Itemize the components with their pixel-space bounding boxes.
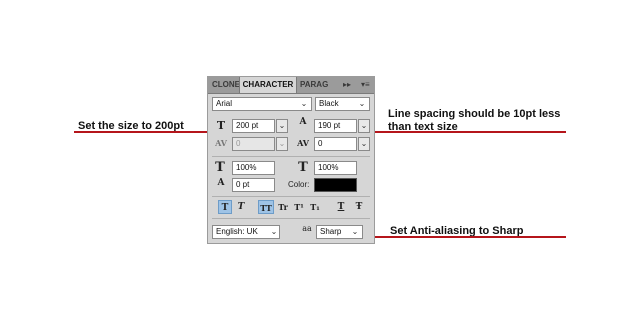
kerning-icon: AV bbox=[215, 138, 227, 148]
faux-bold-button[interactable]: T bbox=[218, 200, 232, 214]
kerning-value: 0 bbox=[236, 139, 241, 148]
divider bbox=[212, 218, 370, 219]
baseline-shift-value: 0 pt bbox=[236, 180, 250, 189]
tracking-dropdown[interactable]: ⌄ bbox=[358, 137, 370, 151]
chevron-down-icon[interactable]: ⌄ bbox=[349, 226, 361, 238]
small-caps-button[interactable]: Tr bbox=[276, 200, 290, 214]
baseline-shift-icon: A bbox=[217, 178, 225, 188]
leading-value: 190 pt bbox=[318, 121, 341, 130]
subscript-button[interactable]: T₁ bbox=[308, 200, 322, 214]
font-size-dropdown[interactable]: ⌄ bbox=[276, 119, 288, 133]
anti-aliasing-icon: aa bbox=[302, 224, 312, 233]
panel-collapse-icon[interactable]: ▸▸ bbox=[343, 77, 351, 93]
character-panel: CLONE CHARACTER PARAG ▸▸ ▾≡ Arial ⌄ Blac… bbox=[207, 76, 375, 244]
font-size-icon: T bbox=[216, 119, 226, 132]
chevron-down-icon[interactable]: ⌄ bbox=[268, 226, 280, 238]
tracking-icon: AV bbox=[297, 138, 309, 148]
vertical-scale-value: 100% bbox=[236, 163, 257, 172]
underline-button[interactable]: T bbox=[334, 200, 348, 214]
horizontal-scale-input[interactable]: 100% bbox=[314, 161, 357, 175]
vertical-scale-icon: T bbox=[215, 160, 225, 175]
chevron-down-icon[interactable]: ⌄ bbox=[356, 98, 368, 110]
faux-italic-button[interactable]: T bbox=[234, 200, 248, 214]
chevron-down-icon[interactable]: ⌄ bbox=[298, 98, 310, 110]
tab-paragraph[interactable]: PARAG bbox=[300, 77, 328, 93]
all-caps-button[interactable]: TT bbox=[258, 200, 274, 214]
vertical-scale-input[interactable]: 100% bbox=[232, 161, 275, 175]
anti-aliasing-value: Sharp bbox=[320, 227, 342, 236]
font-size-value: 200 pt bbox=[236, 121, 259, 130]
kerning-dropdown[interactable]: ⌄ bbox=[276, 137, 288, 151]
horizontal-scale-value: 100% bbox=[318, 163, 339, 172]
font-style-value: Black bbox=[319, 99, 339, 108]
tab-clone[interactable]: CLONE bbox=[212, 77, 240, 93]
leading-input[interactable]: 190 pt bbox=[314, 119, 357, 133]
superscript-button[interactable]: T¹ bbox=[292, 200, 306, 214]
horizontal-scale-icon: T bbox=[298, 160, 308, 175]
panel-tab-bar: CLONE CHARACTER PARAG ▸▸ ▾≡ bbox=[208, 77, 374, 94]
kerning-input[interactable]: 0 bbox=[232, 137, 275, 151]
divider bbox=[212, 196, 370, 197]
font-family-select[interactable]: Arial bbox=[212, 97, 312, 111]
leading-dropdown[interactable]: ⌄ bbox=[358, 119, 370, 133]
font-family-value: Arial bbox=[216, 99, 233, 108]
baseline-shift-input[interactable]: 0 pt bbox=[232, 178, 275, 192]
leading-icon: A bbox=[299, 117, 307, 127]
text-color-swatch[interactable] bbox=[314, 178, 357, 192]
tracking-value: 0 bbox=[318, 139, 323, 148]
font-size-input[interactable]: 200 pt bbox=[232, 119, 275, 133]
language-value: English: UK bbox=[216, 227, 258, 236]
strikethrough-button[interactable]: Ŧ bbox=[352, 200, 366, 214]
tracking-input[interactable]: 0 bbox=[314, 137, 357, 151]
annotation-leading-line1: Line spacing should be 10pt less bbox=[388, 108, 561, 120]
color-label: Color: bbox=[288, 180, 310, 189]
divider bbox=[212, 156, 370, 157]
tab-character[interactable]: CHARACTER bbox=[239, 77, 297, 93]
panel-menu-icon[interactable]: ▾≡ bbox=[361, 77, 370, 93]
